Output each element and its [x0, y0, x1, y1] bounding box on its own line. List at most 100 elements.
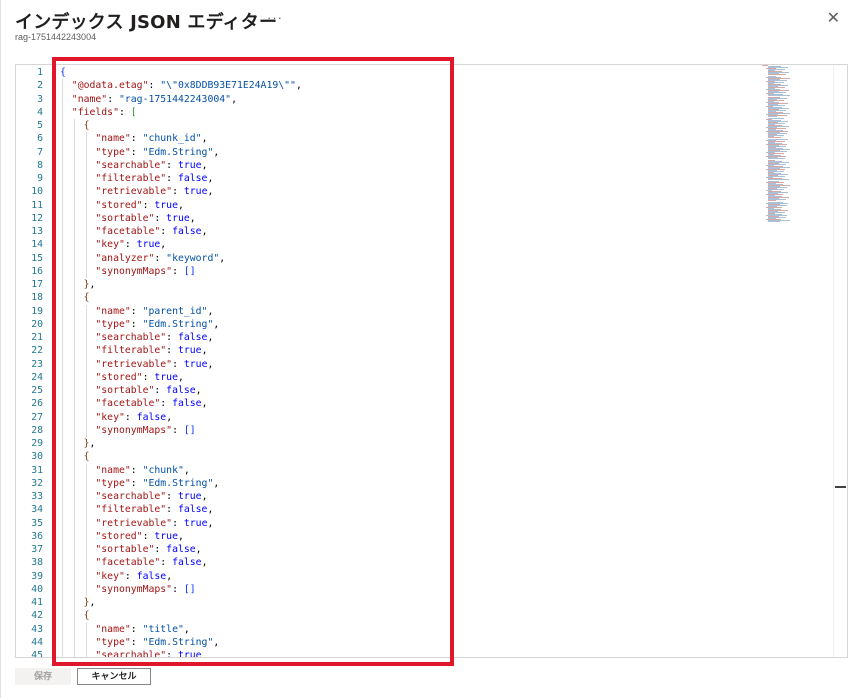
save-button[interactable]: 保存 [15, 668, 71, 685]
indent-guide [73, 529, 75, 543]
code-line[interactable]: 34 "filterable": false, [16, 503, 456, 517]
indent-guide [85, 357, 87, 371]
line-number: 25 [31, 385, 43, 396]
indent-guide [73, 609, 75, 623]
line-number: 24 [31, 371, 43, 383]
code-token: : [166, 332, 178, 343]
code-line[interactable]: 24 "stored": true, [16, 370, 456, 384]
code-token: "fields" [71, 106, 119, 118]
code-line[interactable]: 13 "facetable": false, [16, 225, 456, 239]
code-line[interactable]: 11 "stored": true, [16, 198, 456, 212]
code-token: true [166, 212, 190, 224]
editor-minimap[interactable] [758, 65, 828, 235]
panel-header: インデックス JSON エディター ··· rag-1751442243004 … [15, 8, 846, 48]
code-line[interactable]: 25 "sortable": false, [16, 384, 456, 398]
code-line[interactable]: 18 { [16, 291, 456, 305]
close-icon[interactable]: ✕ [827, 11, 840, 27]
code-token: true [183, 358, 208, 370]
line-number: 29 [31, 438, 43, 449]
code-line[interactable]: 7 "type": "Edm.String", [16, 145, 456, 159]
code-line[interactable]: 35 "retrievable": true, [16, 516, 456, 530]
code-line[interactable]: 28 "synonymMaps": [] [16, 423, 456, 437]
code-line[interactable]: 10 "retrievable": true, [16, 185, 456, 199]
line-number: 28 [31, 424, 43, 436]
code-line[interactable]: 40 "synonymMaps": [] [16, 582, 456, 596]
indent-guide [73, 450, 75, 464]
code-line[interactable]: 30 { [16, 450, 456, 464]
indent-guide [62, 450, 63, 464]
code-token: , [207, 517, 214, 529]
code-line[interactable]: 6 "name": "chunk_id", [16, 132, 456, 146]
code-line[interactable]: 17}, [16, 278, 456, 292]
indent-guide [73, 132, 75, 146]
code-line[interactable]: 23 "retrievable": true, [16, 357, 456, 371]
code-token: "Edm.String" [142, 477, 214, 489]
code-line[interactable]: 44 "type": "Edm.String", [16, 635, 456, 649]
code-token: , [201, 226, 208, 237]
code-line[interactable]: 12 "sortable": true, [16, 211, 456, 225]
code-line[interactable]: 26 "facetable": false, [16, 397, 456, 411]
code-line[interactable]: 27 "key": false, [16, 410, 456, 424]
indent-guide [62, 304, 63, 318]
line-number: 45 [31, 650, 43, 658]
code-line[interactable]: 43 "name": "title", [16, 622, 456, 636]
code-line[interactable]: 38 "facetable": false, [16, 556, 456, 570]
indent-guide [62, 503, 63, 517]
code-line[interactable]: 45 "searchable": true [16, 649, 456, 658]
indent-guide [73, 331, 75, 345]
code-line[interactable]: 37 "sortable": false, [16, 543, 456, 557]
line-number: 32 [31, 477, 43, 489]
code-text: { [84, 119, 90, 132]
code-line[interactable]: 29}, [16, 437, 456, 451]
indent-guide [73, 649, 75, 657]
indent-guide [62, 609, 63, 623]
code-text: "key": false, [95, 570, 172, 583]
code-line[interactable]: 8 "searchable": true, [16, 158, 456, 172]
code-line[interactable]: 39 "key": false, [16, 569, 456, 583]
code-token: , [201, 345, 208, 357]
code-lines[interactable]: 1{2 "@odata.etag": "\"0x8DDB93E71E24A19\"… [16, 66, 456, 658]
cancel-button[interactable]: キャンセル [77, 668, 151, 685]
code-token: : [172, 358, 184, 370]
code-line[interactable]: 42 { [16, 609, 456, 623]
code-token: : [172, 265, 184, 277]
code-line[interactable]: 15 "analyzer": "keyword", [16, 251, 456, 265]
indent-guide [85, 397, 87, 411]
code-line[interactable]: 31 "name": "chunk", [16, 463, 456, 477]
line-number: 38 [31, 557, 43, 569]
code-token: true [136, 239, 161, 251]
code-line[interactable]: 3 "name": "rag-1751442243004", [16, 92, 456, 106]
line-number: 21 [31, 332, 43, 343]
code-line[interactable]: 2 "@odata.etag": "\"0x8DDB93E71E24A19\"", [16, 79, 456, 93]
code-line[interactable]: 1{ [16, 66, 456, 79]
code-line[interactable]: 33 "searchable": true, [16, 490, 456, 504]
code-token: "stored" [95, 530, 143, 542]
code-line[interactable]: 22 "filterable": true, [16, 344, 456, 358]
more-options-icon[interactable]: ··· [267, 10, 283, 25]
code-line[interactable]: 41}, [16, 596, 456, 610]
line-number: 6 [37, 133, 43, 145]
json-code-editor[interactable]: 1{2 "@odata.etag": "\"0x8DDB93E71E24A19\"… [15, 64, 848, 658]
code-token: { [60, 67, 66, 78]
code-token: , [166, 570, 173, 582]
code-line[interactable]: 36 "stored": true, [16, 529, 456, 543]
indent-guide [73, 158, 75, 172]
code-token: { [83, 120, 90, 131]
code-line[interactable]: 21 "searchable": false, [16, 331, 456, 345]
code-text: "type": "Edm.String", [95, 636, 219, 649]
code-line[interactable]: 16 "synonymMaps": [] [16, 264, 456, 278]
code-line[interactable]: 14 "key": true, [16, 238, 456, 252]
code-line[interactable]: 9 "filterable": false, [16, 172, 456, 186]
code-line[interactable]: 32 "type": "Edm.String", [16, 476, 456, 490]
code-token: : [166, 491, 178, 502]
code-token: { [83, 292, 90, 304]
code-token: "Edm.String" [142, 318, 214, 330]
code-line[interactable]: 20 "type": "Edm.String", [16, 317, 456, 331]
code-line[interactable]: 4 "fields": [ [16, 105, 456, 119]
code-token: , [201, 133, 208, 145]
code-line[interactable]: 5{ [16, 119, 456, 133]
code-text: "retrievable": true, [95, 517, 213, 530]
indent-guide [85, 569, 87, 583]
code-line[interactable]: 19 "name": "parent_id", [16, 304, 456, 318]
editor-scrollbar[interactable] [833, 65, 847, 657]
